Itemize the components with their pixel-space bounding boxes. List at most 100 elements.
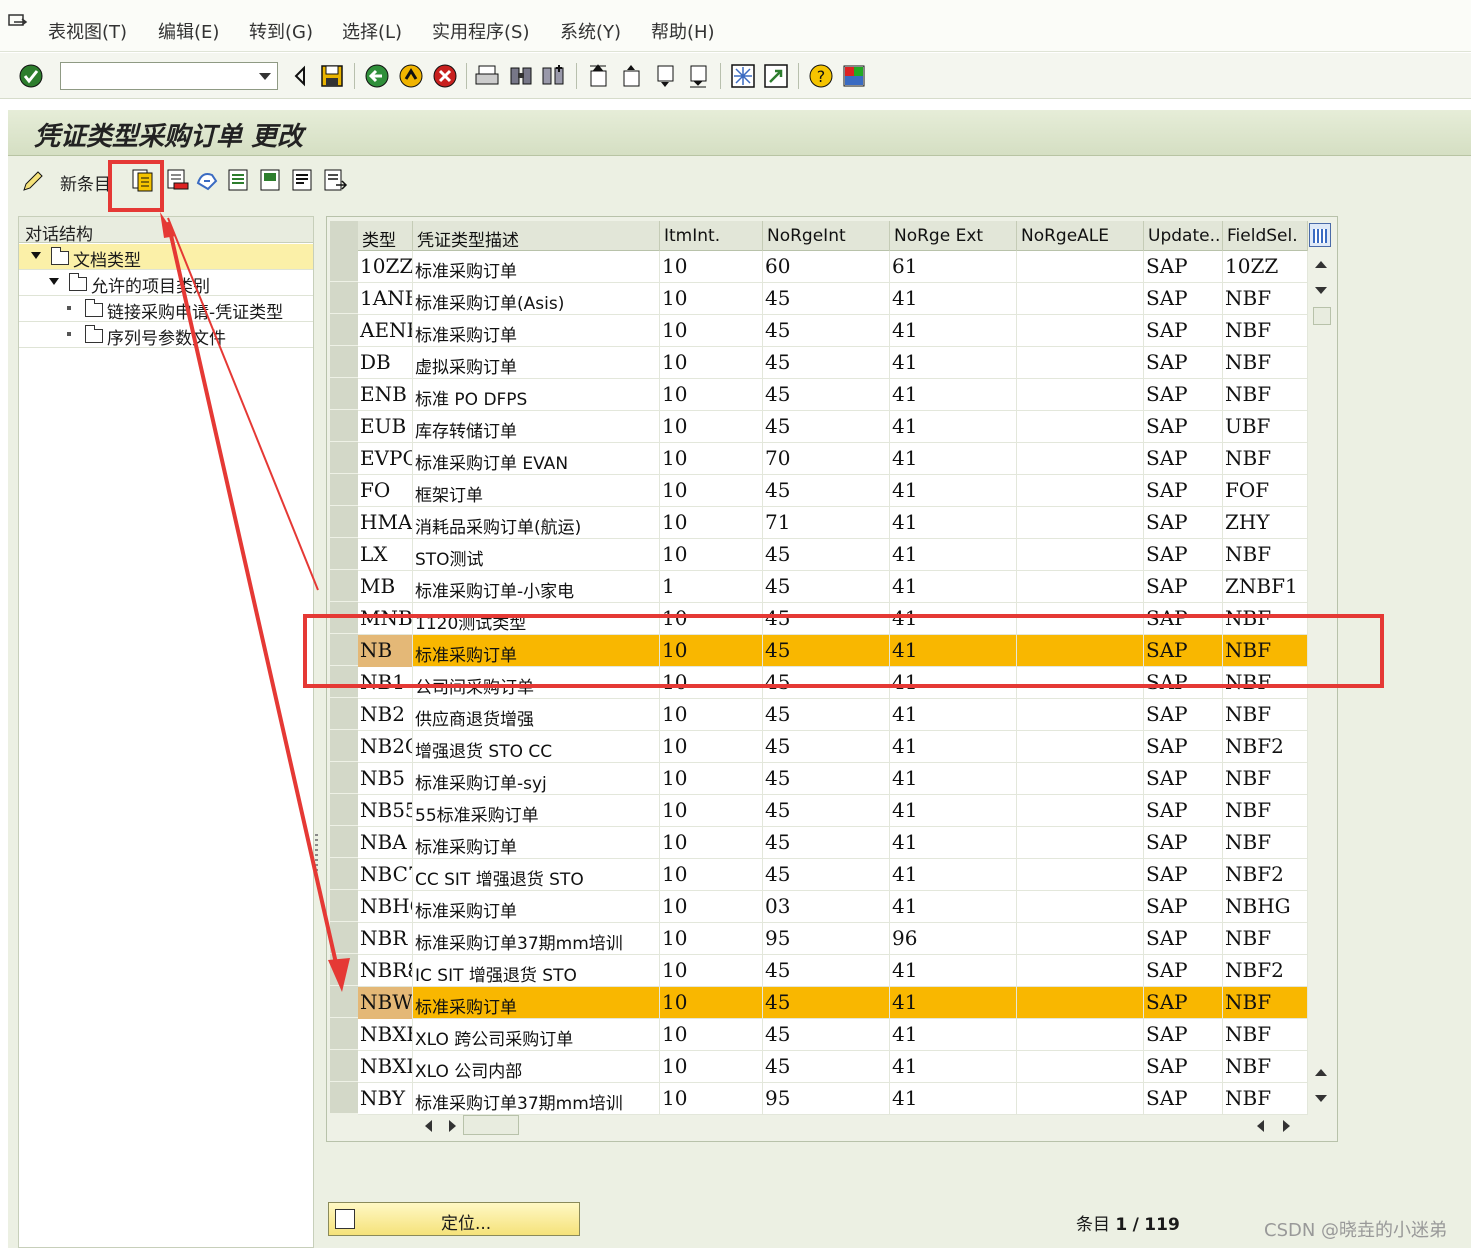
cell-int[interactable]: 60	[763, 251, 890, 283]
row-selector[interactable]	[330, 315, 358, 346]
cell-ale[interactable]	[1017, 763, 1144, 795]
menu-selection[interactable]: 选择(L)	[342, 18, 402, 44]
table-row[interactable]: NB55 55标准采购订单 10 45 41 SAP NBF	[358, 795, 1308, 827]
cell-fs[interactable]: NBF	[1223, 379, 1308, 411]
cell-fs[interactable]: UBF	[1223, 411, 1308, 443]
row-selector[interactable]	[330, 923, 358, 954]
cell-upd[interactable]: SAP	[1144, 571, 1223, 603]
tree-node-link-pr-doc-type[interactable]: 链接采购申请-凭证类型	[19, 296, 313, 323]
cell-itm[interactable]: 10	[660, 955, 763, 987]
cell-ext[interactable]: 41	[890, 699, 1017, 731]
cell-desc[interactable]: 库存转储订单	[413, 411, 660, 443]
cell-int[interactable]: 45	[763, 955, 890, 987]
column-header-update[interactable]: Update...	[1144, 221, 1223, 251]
menu-system[interactable]: 系统(Y)	[560, 18, 621, 44]
cell-ale[interactable]	[1017, 379, 1144, 411]
cell-upd[interactable]: SAP	[1144, 891, 1223, 923]
new-entries-button[interactable]: 新条目	[60, 170, 111, 195]
cell-int[interactable]: 45	[763, 539, 890, 571]
table-row[interactable]: NBR 标准采购订单37期mm培训 10 95 96 SAP NBF	[358, 923, 1308, 955]
select-block-icon[interactable]	[258, 167, 284, 193]
column-settings-icon[interactable]	[1309, 223, 1331, 247]
cell-desc[interactable]: IC SIT 增强退货 STO	[413, 955, 660, 987]
cell-upd[interactable]: SAP	[1144, 731, 1223, 763]
row-selector[interactable]	[330, 1051, 358, 1082]
cell-desc[interactable]: 55标准采购订单	[413, 795, 660, 827]
tree-node-allowed-item-categories[interactable]: 允许的项目类别	[19, 270, 313, 297]
cell-itm[interactable]: 10	[660, 923, 763, 955]
cell-desc[interactable]: 标准采购订单 EVAN	[413, 443, 660, 475]
row-selector[interactable]	[330, 347, 358, 378]
column-header-norgeale[interactable]: NoRgeALE	[1017, 221, 1144, 251]
cell-itm[interactable]: 10	[660, 411, 763, 443]
cell-ale[interactable]	[1017, 955, 1144, 987]
cell-desc[interactable]: XLO 跨公司采购订单	[413, 1019, 660, 1051]
table-row[interactable]: FO 框架订单 10 45 41 SAP FOF	[358, 475, 1308, 507]
cell-fs[interactable]: NBF	[1223, 763, 1308, 795]
row-selector[interactable]	[330, 379, 358, 410]
caret-down-icon[interactable]	[49, 278, 59, 285]
row-selector[interactable]	[330, 795, 358, 826]
cell-ext[interactable]: 41	[890, 539, 1017, 571]
menu-help[interactable]: 帮助(H)	[651, 18, 715, 44]
cell-desc[interactable]: 标准采购订单	[413, 315, 660, 347]
exit-icon[interactable]	[398, 63, 424, 89]
layout-icon[interactable]	[841, 63, 867, 89]
cell-desc[interactable]: 标准 PO DFPS	[413, 379, 660, 411]
cell-ale[interactable]	[1017, 1019, 1144, 1051]
cell-ext[interactable]: 41	[890, 859, 1017, 891]
cell-ext[interactable]: 41	[890, 891, 1017, 923]
scroll-down-icon[interactable]	[1315, 287, 1327, 294]
cell-upd[interactable]: SAP	[1144, 283, 1223, 315]
cell-ext[interactable]: 41	[890, 443, 1017, 475]
cell-itm[interactable]: 10	[660, 283, 763, 315]
cell-fs[interactable]: NBF	[1223, 539, 1308, 571]
cell-int[interactable]: 45	[763, 763, 890, 795]
cell-fs[interactable]: NBHG	[1223, 891, 1308, 923]
cancel-icon[interactable]	[432, 63, 458, 89]
cell-int[interactable]: 70	[763, 443, 890, 475]
locate-button[interactable]: 定位...	[328, 1202, 580, 1236]
cell-ext[interactable]: 41	[890, 379, 1017, 411]
next-page-icon[interactable]	[653, 63, 679, 89]
cell-itm[interactable]: 10	[660, 731, 763, 763]
cell-itm[interactable]: 10	[660, 795, 763, 827]
cell-itm[interactable]: 10	[660, 539, 763, 571]
cell-fs[interactable]: NBF	[1223, 1051, 1308, 1083]
table-row[interactable]: NB2C增强退货 STO CC104541 SAPNBF2	[358, 731, 1308, 763]
table-row[interactable]: MB 标准采购订单-小家电 1 45 41 SAP ZNBF1	[358, 571, 1308, 603]
cell-fs[interactable]: 10ZZ	[1223, 251, 1308, 283]
deselect-all-icon[interactable]	[290, 167, 316, 193]
cell-fs[interactable]: NBF	[1223, 795, 1308, 827]
cell-upd[interactable]: SAP	[1144, 1051, 1223, 1083]
cell-ale[interactable]	[1017, 443, 1144, 475]
cell-int[interactable]: 71	[763, 507, 890, 539]
row-selector[interactable]	[330, 763, 358, 794]
cell-int[interactable]: 45	[763, 315, 890, 347]
cell-int[interactable]: 45	[763, 411, 890, 443]
cell-int[interactable]: 45	[763, 379, 890, 411]
row-selector[interactable]	[330, 251, 358, 282]
cell-upd[interactable]: SAP	[1144, 923, 1223, 955]
cell-upd[interactable]: SAP	[1144, 795, 1223, 827]
help-icon[interactable]: ?	[808, 63, 834, 89]
cell-ale[interactable]	[1017, 347, 1144, 379]
back-icon[interactable]	[288, 63, 314, 89]
shortcut-icon[interactable]	[763, 63, 789, 89]
cell-ext[interactable]: 61	[890, 251, 1017, 283]
cell-ext[interactable]: 41	[890, 507, 1017, 539]
cell-fs[interactable]: NBF	[1223, 315, 1308, 347]
row-selector[interactable]	[330, 827, 358, 858]
cell-ext[interactable]: 41	[890, 1051, 1017, 1083]
row-selector[interactable]	[330, 571, 358, 602]
row-selector[interactable]	[330, 955, 358, 986]
find-icon[interactable]	[508, 63, 534, 89]
row-selector[interactable]	[330, 507, 358, 538]
cell-ale[interactable]	[1017, 827, 1144, 859]
cell-itm[interactable]: 10	[660, 891, 763, 923]
cell-itm[interactable]: 10	[660, 1051, 763, 1083]
first-page-icon[interactable]	[586, 63, 612, 89]
table-row[interactable]: NBXI XLO 公司内部 10 45 41 SAP NBF	[358, 1051, 1308, 1083]
table-row[interactable]: NBA 标准采购订单 10 45 41 SAP NBF	[358, 827, 1308, 859]
cell-itm[interactable]: 10	[660, 379, 763, 411]
